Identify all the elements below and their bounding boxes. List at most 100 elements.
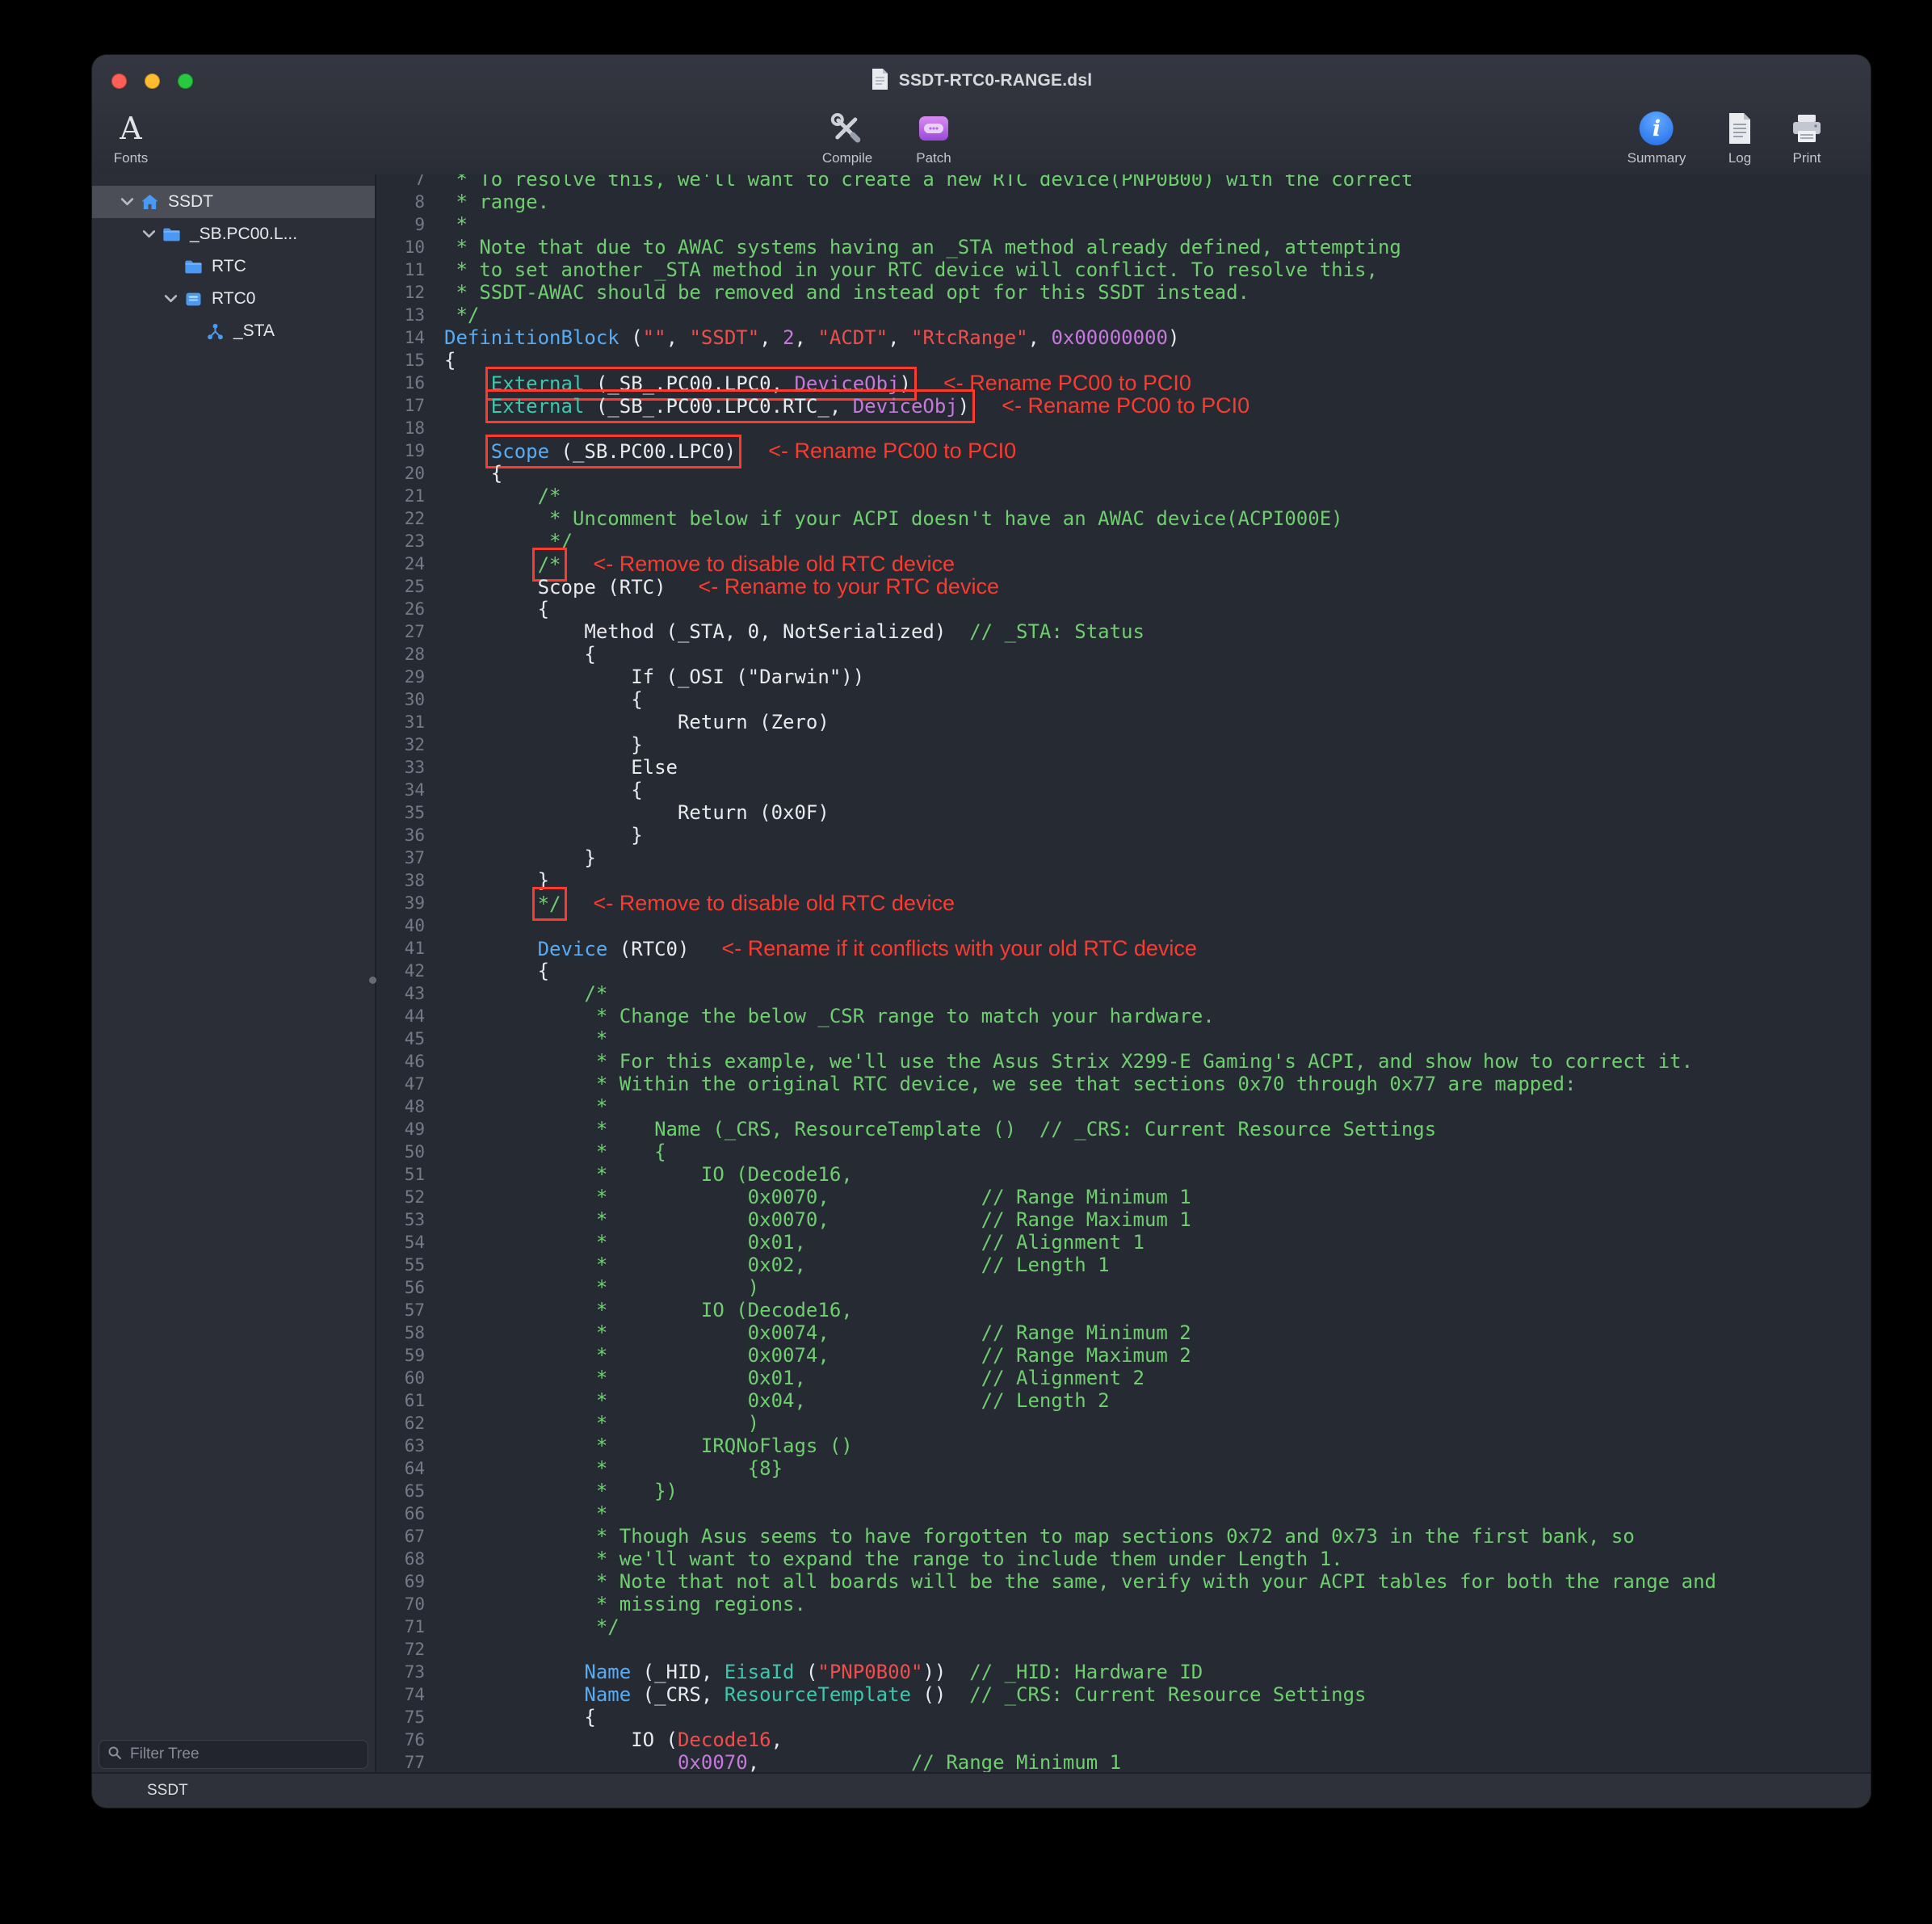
filter-tree-field[interactable] bbox=[99, 1740, 368, 1769]
code-line[interactable]: 47 * Within the original RTC device, we … bbox=[376, 1073, 1871, 1095]
code-line[interactable]: 63 * IRQNoFlags () bbox=[376, 1435, 1871, 1457]
fonts-button[interactable]: A Fonts bbox=[114, 108, 149, 166]
code-line[interactable]: 27 Method (_STA, 0, NotSerialized) // _S… bbox=[376, 620, 1871, 643]
code-line[interactable]: 70 * missing regions. bbox=[376, 1593, 1871, 1615]
code-line[interactable]: 58 * 0x0074, // Range Minimum 2 bbox=[376, 1321, 1871, 1344]
code-line[interactable]: 71 */ bbox=[376, 1615, 1871, 1638]
code-text: * 0x0074, // Range Minimum 2 bbox=[435, 1321, 1191, 1344]
sidebar-item-sb-pc00-l[interactable]: _SB.PC00.L... bbox=[92, 218, 375, 250]
code-line[interactable]: 48 * bbox=[376, 1095, 1871, 1118]
code-line[interactable]: 22 * Uncomment below if your ACPI doesn'… bbox=[376, 507, 1871, 530]
code-line[interactable]: 60 * 0x01, // Alignment 2 bbox=[376, 1367, 1871, 1389]
code-line[interactable]: 20 { bbox=[376, 462, 1871, 485]
code-line[interactable]: 25 Scope (RTC)<- Rename to your RTC devi… bbox=[376, 575, 1871, 598]
code-line[interactable]: 41 Device (RTC0)<- Rename if it conflict… bbox=[376, 937, 1871, 960]
code-line[interactable]: 45 * bbox=[376, 1027, 1871, 1050]
code-line[interactable]: 14DefinitionBlock ("", "SSDT", 2, "ACDT"… bbox=[376, 326, 1871, 349]
code-line[interactable]: 21 /* bbox=[376, 485, 1871, 507]
code-line[interactable]: 72 bbox=[376, 1638, 1871, 1661]
code-line[interactable]: 50 * { bbox=[376, 1141, 1871, 1163]
line-number: 51 bbox=[376, 1163, 435, 1186]
code-line[interactable]: 49 * Name (_CRS, ResourceTemplate () // … bbox=[376, 1118, 1871, 1141]
code-line[interactable]: 52 * 0x0070, // Range Minimum 1 bbox=[376, 1186, 1871, 1208]
code-line[interactable]: 73 Name (_HID, EisaId ("PNP0B00")) // _H… bbox=[376, 1661, 1871, 1683]
code-line[interactable]: 37 } bbox=[376, 846, 1871, 869]
code-line[interactable]: 46 * For this example, we'll use the Asu… bbox=[376, 1050, 1871, 1073]
code-line[interactable]: 32 } bbox=[376, 733, 1871, 756]
code-line[interactable]: 54 * 0x01, // Alignment 1 bbox=[376, 1231, 1871, 1254]
code-line[interactable]: 56 * ) bbox=[376, 1276, 1871, 1299]
code-line[interactable]: 67 * Though Asus seems to have forgotten… bbox=[376, 1525, 1871, 1548]
chevron-down-icon[interactable] bbox=[138, 229, 159, 239]
line-number: 58 bbox=[376, 1321, 435, 1344]
code-line[interactable]: 35 Return (0x0F) bbox=[376, 801, 1871, 824]
code-line[interactable]: 28 { bbox=[376, 643, 1871, 666]
code-line[interactable]: 12 * SSDT-AWAC should be removed and ins… bbox=[376, 281, 1871, 304]
line-number: 39 bbox=[376, 892, 435, 914]
chevron-down-icon[interactable] bbox=[116, 197, 137, 207]
code-line[interactable]: 43 /* bbox=[376, 982, 1871, 1005]
code-line[interactable]: 13 */ bbox=[376, 304, 1871, 326]
code-line[interactable]: 64 * {8} bbox=[376, 1457, 1871, 1480]
summary-button[interactable]: i Summary bbox=[1628, 108, 1686, 166]
log-button[interactable]: Log bbox=[1726, 108, 1754, 166]
code-line[interactable]: 38 } bbox=[376, 869, 1871, 892]
code-line[interactable]: 75 { bbox=[376, 1706, 1871, 1729]
code-line[interactable]: 61 * 0x04, // Length 2 bbox=[376, 1389, 1871, 1412]
code-line[interactable]: 26 { bbox=[376, 598, 1871, 620]
code-text: * }) bbox=[435, 1480, 678, 1502]
code-line[interactable]: 74 Name (_CRS, ResourceTemplate () // _C… bbox=[376, 1683, 1871, 1706]
code-line[interactable]: 65 * }) bbox=[376, 1480, 1871, 1502]
code-line[interactable]: 7 * To resolve this, we'll want to creat… bbox=[376, 174, 1871, 191]
line-number: 53 bbox=[376, 1208, 435, 1231]
code-line[interactable]: 11 * to set another _STA method in your … bbox=[376, 258, 1871, 281]
code-line[interactable]: 24 /*<- Remove to disable old RTC device bbox=[376, 552, 1871, 575]
chevron-down-icon[interactable] bbox=[160, 294, 181, 304]
sidebar-item-rtc0[interactable]: RTC0 bbox=[92, 283, 375, 315]
code-line[interactable]: 55 * 0x02, // Length 1 bbox=[376, 1254, 1871, 1276]
filter-tree-input[interactable] bbox=[128, 1745, 359, 1764]
sidebar-item-ssdt[interactable]: SSDT bbox=[92, 186, 375, 218]
code-line[interactable]: 36 } bbox=[376, 824, 1871, 846]
code-line[interactable]: 59 * 0x0074, // Range Maximum 2 bbox=[376, 1344, 1871, 1367]
sidebar-item-sta[interactable]: _STA bbox=[92, 315, 375, 347]
code-line[interactable]: 23 */ bbox=[376, 530, 1871, 552]
code-line[interactable]: 51 * IO (Decode16, bbox=[376, 1163, 1871, 1186]
compile-button[interactable]: Compile bbox=[822, 108, 872, 166]
code-line[interactable]: 40 bbox=[376, 914, 1871, 937]
code-line[interactable]: 77 0x0070, // Range Minimum 1 bbox=[376, 1751, 1871, 1774]
code-line[interactable]: 57 * IO (Decode16, bbox=[376, 1299, 1871, 1321]
code-line[interactable]: 66 * bbox=[376, 1502, 1871, 1525]
code-line[interactable]: 31 Return (Zero) bbox=[376, 711, 1871, 733]
line-number: 7 bbox=[376, 174, 435, 191]
code-line[interactable]: 53 * 0x0070, // Range Maximum 1 bbox=[376, 1208, 1871, 1231]
code-line[interactable]: 44 * Change the below _CSR range to matc… bbox=[376, 1005, 1871, 1027]
code-line[interactable]: 17 External (_SB_.PC00.LPC0.RTC_, Device… bbox=[376, 394, 1871, 417]
code-line[interactable]: 76 IO (Decode16, bbox=[376, 1729, 1871, 1751]
pane-splitter-handle[interactable] bbox=[369, 977, 376, 984]
code-line[interactable]: 16 External (_SB_.PC00.LPC0, DeviceObj)<… bbox=[376, 372, 1871, 394]
patch-button[interactable]: Patch bbox=[915, 108, 952, 166]
title-bar[interactable]: SSDT-RTC0-RANGE.dsl bbox=[92, 55, 1871, 107]
code-line[interactable]: 68 * we'll want to expand the range to i… bbox=[376, 1548, 1871, 1570]
code-line[interactable]: 69 * Note that not all boards will be th… bbox=[376, 1570, 1871, 1593]
code-line[interactable]: 62 * ) bbox=[376, 1412, 1871, 1435]
editor-pane[interactable]: 7 * To resolve this, we'll want to creat… bbox=[376, 174, 1871, 1774]
code-line[interactable]: 42 { bbox=[376, 960, 1871, 982]
code-line[interactable]: 30 { bbox=[376, 688, 1871, 711]
code-line[interactable]: 39 */<- Remove to disable old RTC device bbox=[376, 892, 1871, 914]
code-line[interactable]: 10 * Note that due to AWAC systems havin… bbox=[376, 236, 1871, 258]
code-line[interactable]: 33 Else bbox=[376, 756, 1871, 779]
code-line[interactable]: 9 * bbox=[376, 213, 1871, 236]
print-button[interactable]: Print bbox=[1789, 108, 1825, 166]
code-line[interactable]: 8 * range. bbox=[376, 191, 1871, 213]
code-line[interactable]: 18 bbox=[376, 417, 1871, 439]
code-line[interactable]: 29 If (_OSI ("Darwin")) bbox=[376, 666, 1871, 688]
line-number: 69 bbox=[376, 1570, 435, 1593]
code-line[interactable]: 19 Scope (_SB.PC00.LPC0)<- Rename PC00 t… bbox=[376, 439, 1871, 462]
code-line[interactable]: 15{ bbox=[376, 349, 1871, 372]
sidebar-item-rtc[interactable]: RTC bbox=[92, 250, 375, 283]
code-text: * { bbox=[435, 1141, 666, 1163]
code-line[interactable]: 34 { bbox=[376, 779, 1871, 801]
line-number: 23 bbox=[376, 530, 435, 552]
